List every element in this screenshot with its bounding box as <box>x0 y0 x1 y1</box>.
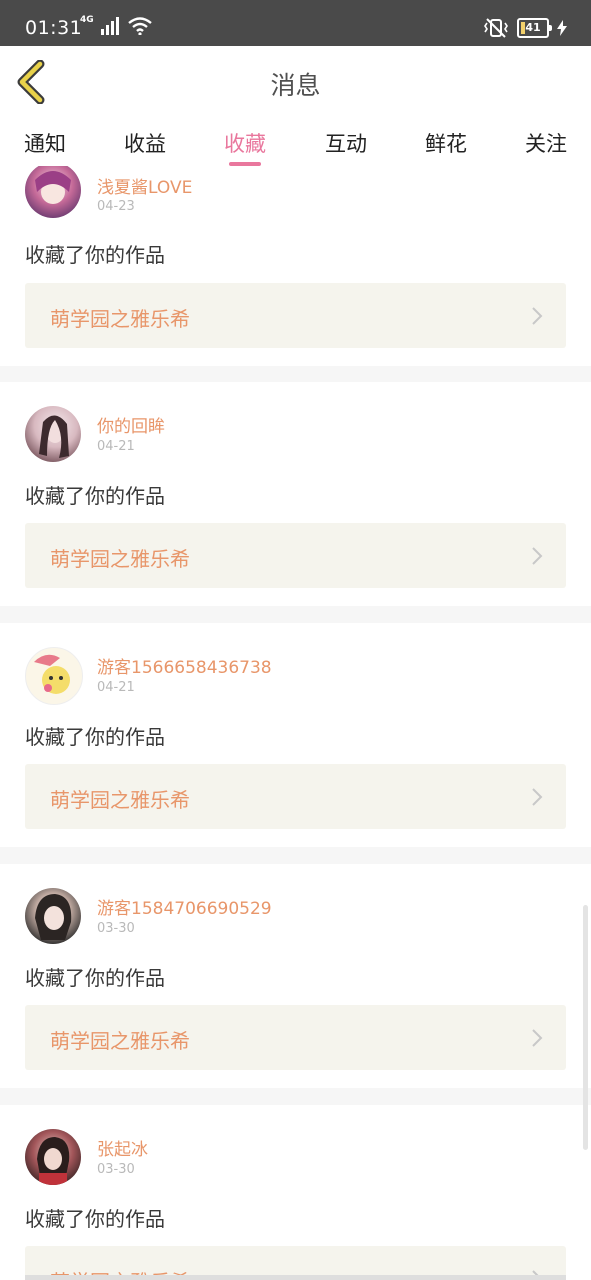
tab-interactions[interactable]: 互动 <box>325 128 367 158</box>
wifi-icon <box>127 17 152 35</box>
avatar[interactable] <box>25 166 81 218</box>
status-right-icons: 41 <box>483 18 567 38</box>
message-date: 03-30 <box>97 921 135 936</box>
user-name[interactable]: 你的回眸 <box>97 412 165 437</box>
message-list[interactable]: 浅夏酱LOVE 04-23 收藏了你的作品 萌学园之雅乐希 你的回眸 04-21… <box>0 166 591 1280</box>
message-card: 游客1584706690529 03-30 收藏了你的作品 萌学园之雅乐希 <box>0 864 591 1088</box>
tab-notifications[interactable]: 通知 <box>24 128 66 158</box>
work-title: 萌学园之雅乐希 <box>50 547 190 571</box>
message-date: 04-21 <box>97 439 135 454</box>
user-name[interactable]: 游客1584706690529 <box>97 894 272 919</box>
avatar[interactable] <box>25 888 81 944</box>
app-header: 消息 <box>0 46 591 119</box>
work-link[interactable]: 萌学园之雅乐希 <box>25 1005 566 1070</box>
avatar[interactable] <box>25 406 81 462</box>
work-link[interactable]: 萌学园之雅乐希 <box>25 764 566 829</box>
status-bar: 01:31 4G 41 <box>0 0 591 46</box>
chevron-right-icon <box>532 547 543 565</box>
signal-icon <box>100 17 119 35</box>
status-left-icons: 4G <box>80 15 152 35</box>
status-time: 01:31 <box>25 17 83 39</box>
work-title: 萌学园之雅乐希 <box>50 307 190 331</box>
bottom-toolbar-edge <box>25 1275 566 1280</box>
action-text: 收藏了你的作品 <box>25 1207 165 1231</box>
tab-favorites[interactable]: 收藏 <box>224 128 266 158</box>
message-date: 04-21 <box>97 680 135 695</box>
message-date: 03-30 <box>97 1162 135 1177</box>
charging-icon <box>557 20 567 36</box>
action-text: 收藏了你的作品 <box>25 484 165 508</box>
network-type-label: 4G <box>80 15 94 25</box>
vibrate-icon <box>484 18 508 38</box>
user-name[interactable]: 游客1566658436738 <box>97 653 272 678</box>
message-card: 浅夏酱LOVE 04-23 收藏了你的作品 萌学园之雅乐希 <box>0 166 591 366</box>
action-text: 收藏了你的作品 <box>25 243 165 267</box>
chevron-right-icon <box>532 307 543 325</box>
work-title: 萌学园之雅乐希 <box>50 1029 190 1053</box>
chevron-right-icon <box>532 1029 543 1047</box>
chevron-right-icon <box>532 788 543 806</box>
page-title: 消息 <box>270 71 321 100</box>
action-text: 收藏了你的作品 <box>25 725 165 749</box>
tab-flowers[interactable]: 鲜花 <box>425 128 467 158</box>
work-title: 萌学园之雅乐希 <box>50 788 190 812</box>
scrollbar[interactable] <box>583 905 588 1150</box>
avatar[interactable] <box>25 647 83 705</box>
tab-following[interactable]: 关注 <box>525 128 567 158</box>
message-card: 张起冰 03-30 收藏了你的作品 萌学园之雅乐希 <box>0 1105 591 1280</box>
avatar[interactable] <box>25 1129 81 1185</box>
tab-earnings[interactable]: 收益 <box>124 128 166 158</box>
tab-bar: 通知 收益 收藏 互动 鲜花 关注 <box>0 118 591 166</box>
work-link[interactable]: 萌学园之雅乐希 <box>25 523 566 588</box>
message-card: 你的回眸 04-21 收藏了你的作品 萌学园之雅乐希 <box>0 382 591 606</box>
battery-icon: 41 <box>517 18 552 38</box>
message-date: 04-23 <box>97 199 135 214</box>
message-card: 游客1566658436738 04-21 收藏了你的作品 萌学园之雅乐希 <box>0 623 591 847</box>
user-name[interactable]: 张起冰 <box>97 1135 148 1160</box>
action-text: 收藏了你的作品 <box>25 966 165 990</box>
battery-level: 41 <box>525 21 541 34</box>
user-name[interactable]: 浅夏酱LOVE <box>97 173 192 198</box>
work-link[interactable]: 萌学园之雅乐希 <box>25 283 566 348</box>
